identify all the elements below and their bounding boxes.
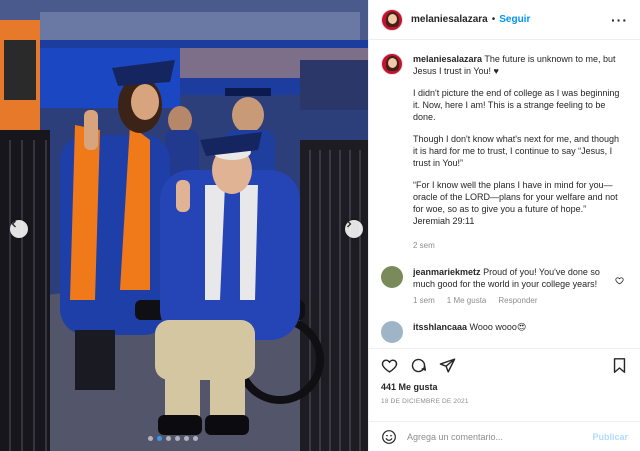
- caption-paragraph: I didn't picture the end of college as I…: [413, 88, 620, 122]
- caption-paragraph: “For I know well the plans I have in min…: [413, 180, 618, 226]
- heart-icon[interactable]: [381, 357, 398, 374]
- post-photo[interactable]: [0, 0, 368, 451]
- share-icon[interactable]: [439, 357, 456, 374]
- carousel-dot-active: [157, 436, 162, 441]
- instagram-post-view: melaniesalazara • Seguir ··· melaniesala…: [0, 0, 640, 451]
- caption-time: 2 sem: [413, 241, 435, 250]
- previous-slide-button[interactable]: [10, 220, 28, 238]
- separator-dot: •: [491, 14, 496, 25]
- next-slide-button[interactable]: [345, 220, 363, 238]
- post-side-panel: melaniesalazara • Seguir ··· melaniesala…: [368, 0, 640, 451]
- carousel-dot: [166, 436, 171, 441]
- graduation-photo: [0, 0, 368, 451]
- caption-avatar[interactable]: [381, 53, 403, 75]
- comment-username[interactable]: itsshlancaaa: [413, 322, 467, 332]
- comment-input[interactable]: Agrega un comentario...: [407, 432, 503, 442]
- comment-icon[interactable]: [410, 357, 427, 374]
- caption-username[interactable]: melaniesalazara: [413, 54, 482, 64]
- carousel-dot: [184, 436, 189, 441]
- comment-item: itsshlancaaa Wooo wooo😍: [381, 321, 628, 343]
- comment-text: Wooo wooo😍: [469, 322, 527, 332]
- emoji-icon[interactable]: [381, 429, 397, 445]
- caption: melaniesalazara The future is unknown to…: [381, 53, 628, 250]
- commenter-avatar[interactable]: [381, 266, 403, 288]
- reply-button[interactable]: Responder: [498, 296, 537, 305]
- publish-button[interactable]: Publicar: [592, 432, 628, 442]
- comments-scroll-area[interactable]: melaniesalazara The future is unknown to…: [369, 41, 640, 347]
- carousel-dot: [193, 436, 198, 441]
- author-avatar[interactable]: [381, 8, 403, 31]
- carousel-dot: [175, 436, 180, 441]
- post-date: 18 DE DICIEMBRE DE 2021: [381, 398, 469, 405]
- chevron-right-icon: [347, 220, 352, 228]
- chevron-left-icon: [11, 220, 16, 228]
- comment-likes[interactable]: 1 Me gusta: [447, 296, 487, 305]
- post-header: melaniesalazara • Seguir ···: [369, 0, 640, 40]
- comment-time: 1 sem: [413, 296, 435, 305]
- follow-button[interactable]: Seguir: [499, 14, 530, 25]
- carousel-indicator: [148, 436, 198, 441]
- commenter-avatar[interactable]: [381, 321, 403, 343]
- author-username[interactable]: melaniesalazara: [411, 14, 488, 25]
- more-horizontal-icon[interactable]: ···: [611, 12, 628, 28]
- comment-username[interactable]: jeanmariekmetz: [413, 267, 481, 277]
- heart-icon[interactable]: [615, 272, 624, 290]
- post-actions: 441 Me gusta 18 DE DICIEMBRE DE 2021 Agr…: [369, 348, 640, 451]
- bookmark-icon[interactable]: [611, 357, 628, 374]
- likes-count[interactable]: 441 Me gusta: [369, 374, 640, 392]
- carousel-dot: [148, 436, 153, 441]
- add-comment-bar: Agrega un comentario... Publicar: [369, 421, 640, 451]
- caption-paragraph: Though I don't know what's next for me, …: [413, 134, 620, 168]
- comment-item: jeanmariekmetz Proud of you! You've done…: [381, 266, 628, 305]
